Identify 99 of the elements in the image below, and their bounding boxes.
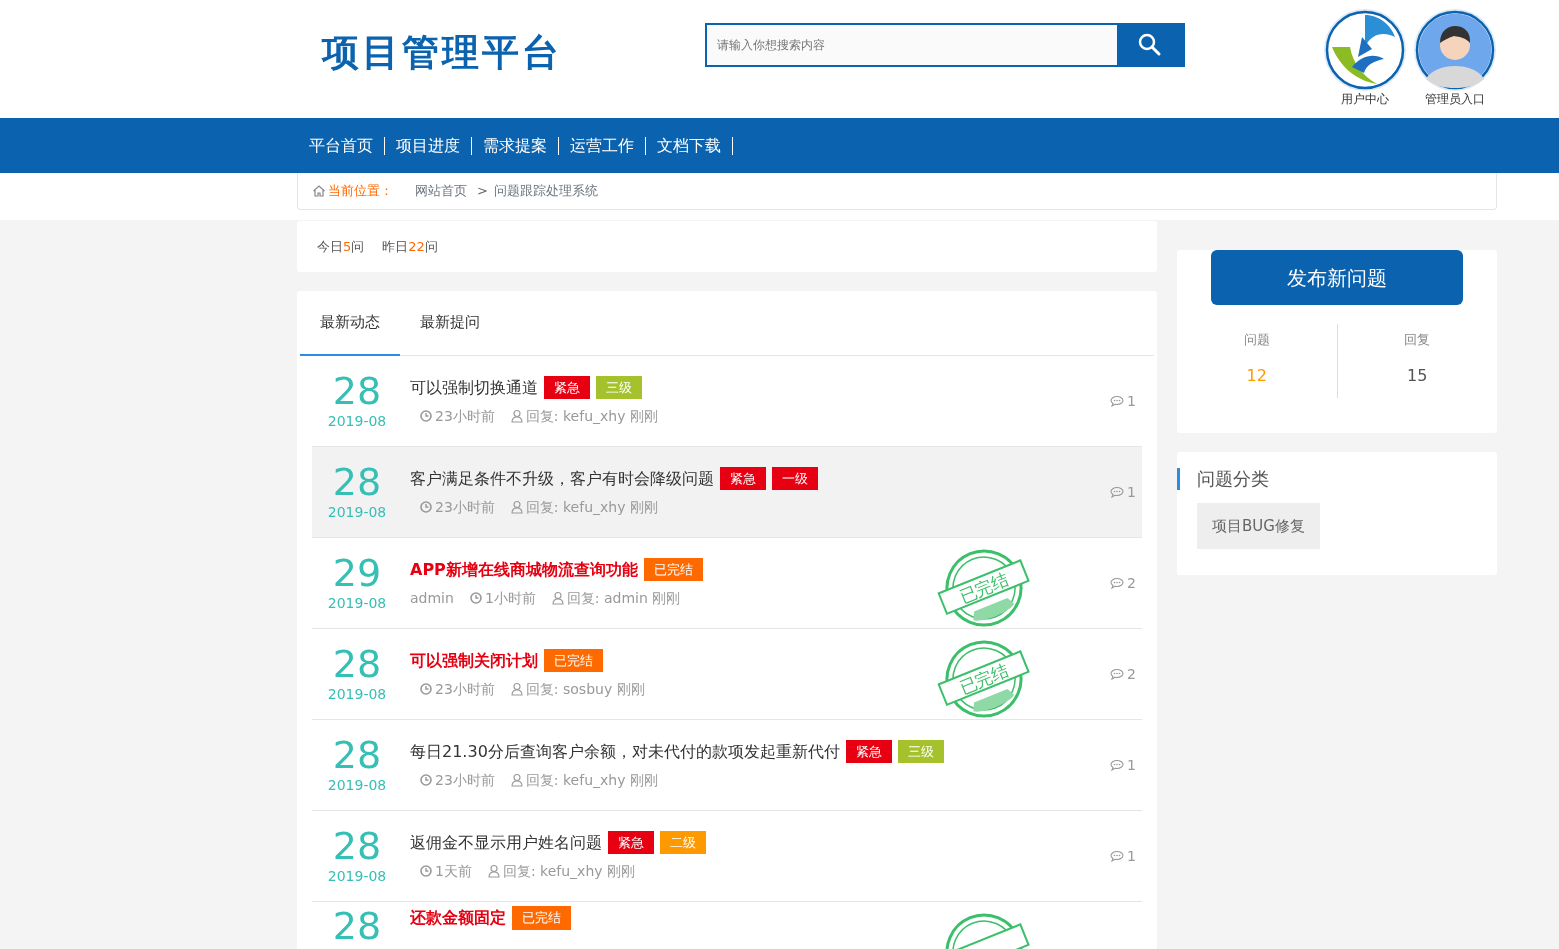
post-time: 1天前 xyxy=(420,860,472,882)
portal-link[interactable]: 用户中心 xyxy=(1320,7,1410,107)
author-name: admin xyxy=(410,588,454,608)
nav-link[interactable]: 平台首页 xyxy=(297,136,385,155)
nav-link[interactable]: 需求提案 xyxy=(472,136,559,155)
tag: 紧急 xyxy=(608,830,654,855)
count-label: 回复 xyxy=(1403,331,1432,349)
tag: 紧急 xyxy=(845,739,892,764)
tag: 三级 xyxy=(897,739,944,764)
post-title-link[interactable]: APP新增在线商城物流查询功能 xyxy=(410,557,638,582)
post-title-link[interactable]: 还款金额固定 xyxy=(410,906,506,930)
category-heading: 问题分类 xyxy=(1177,467,1497,490)
post-title-link[interactable]: 客户满足条件不升级，客户有时会降级问题 xyxy=(410,466,714,491)
date-day: 28 xyxy=(312,825,402,866)
tab[interactable]: 最新动态 xyxy=(300,291,400,356)
tag: 一级 xyxy=(772,466,818,491)
date-month: 2019-08 xyxy=(326,411,388,431)
home-icon xyxy=(312,184,326,198)
reply-info: 回复: sosbuy 刚刚 xyxy=(510,678,645,700)
comment-icon xyxy=(1110,485,1125,499)
nav-link[interactable]: 运营工作 xyxy=(559,136,646,155)
stat-text: 今日 5问 xyxy=(317,237,365,256)
count-value: 12 xyxy=(1245,364,1268,387)
breadcrumb-label: 当前位置： xyxy=(328,182,393,201)
comment-count: 2 xyxy=(1110,663,1136,685)
clock-icon xyxy=(469,592,482,604)
stat-text: 昨日 22问 xyxy=(382,237,438,256)
clock-icon xyxy=(420,865,432,877)
portal-link[interactable]: 管理员入口 xyxy=(1410,7,1500,107)
comment-icon xyxy=(1110,758,1125,772)
reply-info: 回复: admin 刚刚 xyxy=(551,587,681,609)
post-time: 1小时前 xyxy=(469,587,536,609)
tag: 紧急 xyxy=(544,375,590,400)
post-title-link[interactable]: 可以强制切换通道 xyxy=(410,375,538,400)
post-title-link[interactable]: 每日21.30分后查询客户余额，对未代付的款项发起重新代付 xyxy=(410,739,840,764)
date-month: 2019-08 xyxy=(326,775,388,795)
comment-icon xyxy=(1110,849,1125,863)
tag: 三级 xyxy=(596,375,642,400)
user-icon xyxy=(510,773,523,787)
user-icon xyxy=(510,409,523,423)
breadcrumb-link[interactable]: 网站首页 xyxy=(415,181,467,201)
breadcrumb-link[interactable]: 问题跟踪处理系统 xyxy=(493,181,598,201)
post-time: 23小时前 xyxy=(420,678,495,700)
reply-info: 回复: kefu_xhy 刚刚 xyxy=(487,860,635,882)
comment-icon xyxy=(1110,667,1125,681)
user-icon xyxy=(510,682,523,696)
date-month: 2019-08 xyxy=(326,684,388,704)
tag: 二级 xyxy=(660,830,706,855)
stamp-text: 已完结 xyxy=(956,569,1012,607)
date-month: 2019-08 xyxy=(326,593,388,613)
post-time: 23小时前 xyxy=(420,405,495,427)
post-title-link[interactable]: 可以强制关闭计划 xyxy=(410,648,538,673)
clock-icon xyxy=(420,410,432,422)
tag: 已完结 xyxy=(544,648,603,673)
stamp-text: 已完结 xyxy=(956,660,1012,698)
site-logo: 项目管理平台 xyxy=(322,30,562,77)
post-time: 23小时前 xyxy=(420,496,495,518)
reply-info: 回复: kefu_xhy 刚刚 xyxy=(510,769,658,791)
new-question-button[interactable]: 发布新问题 xyxy=(1211,250,1463,305)
date-day: 28 xyxy=(312,906,402,946)
count-label: 问题 xyxy=(1242,331,1271,349)
count-value: 15 xyxy=(1406,364,1429,387)
tab[interactable]: 最新提问 xyxy=(400,291,500,356)
date-day: 28 xyxy=(312,370,402,411)
breadcrumb-separator: > xyxy=(477,182,488,201)
post-time: 23小时前 xyxy=(420,769,495,791)
user-icon xyxy=(551,591,564,605)
nav-link[interactable]: 项目进度 xyxy=(385,136,472,155)
clock-icon xyxy=(420,501,432,513)
person-avatar-icon xyxy=(1412,7,1498,93)
comment-count: 2 xyxy=(1110,572,1136,594)
clock-icon xyxy=(420,683,432,695)
search-field[interactable]: 请输入你想搜索内容 xyxy=(705,23,1185,67)
tag: 已完结 xyxy=(643,557,703,582)
date-day: 28 xyxy=(312,643,402,684)
date-month: 2019-08 xyxy=(326,866,388,886)
date-day: 29 xyxy=(312,552,402,593)
comment-count: 1 xyxy=(1110,390,1136,412)
post-title-link[interactable]: 返佣金不显示用户姓名问题 xyxy=(410,830,602,855)
date-day: 28 xyxy=(312,461,402,502)
date-day: 28 xyxy=(312,734,402,775)
comment-count: 1 xyxy=(1110,845,1136,867)
reply-info: 回复: kefu_xhy 刚刚 xyxy=(510,405,658,427)
clock-icon xyxy=(420,774,432,786)
tag: 已完结 xyxy=(512,906,571,930)
leaf-logo-icon xyxy=(1322,7,1408,93)
reply-info: 回复: kefu_xhy 刚刚 xyxy=(510,496,658,518)
search-button[interactable] xyxy=(1117,25,1183,65)
date-month: 2019-08 xyxy=(326,502,388,522)
search-icon xyxy=(1138,33,1162,57)
category-button[interactable]: 项目BUG修复 xyxy=(1197,502,1320,549)
user-icon xyxy=(510,500,523,514)
nav-link[interactable]: 文档下载 xyxy=(646,136,733,155)
user-icon xyxy=(487,864,500,878)
comment-icon xyxy=(1110,394,1125,408)
tag: 紧急 xyxy=(720,466,766,491)
comment-icon xyxy=(1110,576,1125,590)
comment-count: 1 xyxy=(1110,754,1136,776)
comment-count: 1 xyxy=(1110,481,1136,503)
